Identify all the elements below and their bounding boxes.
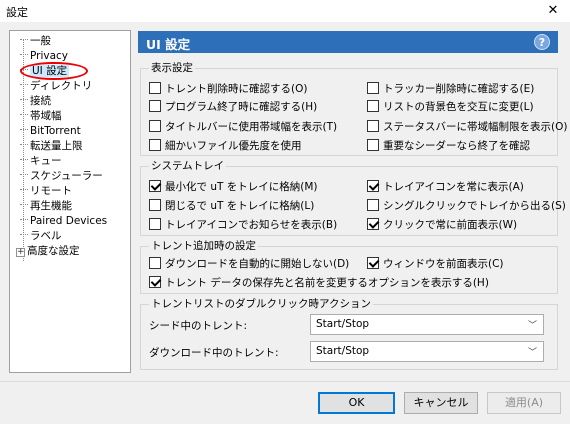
panel-title: UI 設定 <box>146 37 191 52</box>
tree-item-labels[interactable]: ラベル <box>20 229 62 244</box>
option-confirm-exit-critical-seeder[interactable]: 重要なシーダーなら終了を確認 <box>367 139 530 153</box>
window-title: 設定 <box>6 6 28 19</box>
downloading-action-label: ダウンロード中のトレント: <box>149 347 279 359</box>
checkbox[interactable] <box>149 218 161 230</box>
group-title-add: トレント追加時の設定 <box>149 240 258 253</box>
tree-item-general[interactable]: 一般 <box>20 34 51 49</box>
selection-highlight-ring <box>20 62 88 80</box>
tree-item-paired-devices[interactable]: Paired Devices <box>20 214 107 229</box>
group-display-settings: 表示設定 トレント削除時に確認する(O) トラッカー削除時に確認する(E) プロ… <box>140 62 567 156</box>
option-close-to-tray[interactable]: 閉じるで uT をトレイに格納(L) <box>149 199 314 213</box>
expand-plus-icon[interactable]: + <box>16 248 25 257</box>
button-bar-divider <box>0 381 570 382</box>
tree-item-scheduler[interactable]: スケジューラー <box>20 169 103 184</box>
close-icon[interactable]: ✕ <box>542 1 564 21</box>
tree-item-advanced[interactable]: + 高度な設定 <box>16 244 80 259</box>
checkbox[interactable] <box>367 100 379 112</box>
checkbox-checked[interactable] <box>367 257 379 269</box>
checkbox-checked[interactable] <box>149 180 161 192</box>
checkbox-checked[interactable] <box>149 276 161 288</box>
group-add-torrent: トレント追加時の設定 ダウンロードを自動的に開始しない(D) ウィンドウを前面表… <box>140 240 558 294</box>
option-confirm-exit[interactable]: プログラム終了時に確認する(H) <box>149 100 317 114</box>
checkbox[interactable] <box>149 139 161 151</box>
option-dont-start-download[interactable]: ダウンロードを自動的に開始しない(D) <box>149 257 349 271</box>
chevron-down-icon: ﹀ <box>527 348 537 358</box>
apply-button[interactable]: 適用(A) <box>487 392 561 414</box>
seeding-action-select[interactable]: Start/Stop ﹀ <box>310 314 544 335</box>
option-bandwidth-in-titlebar[interactable]: タイトルバーに使用帯域幅を表示(T) <box>149 120 337 134</box>
ok-button[interactable]: OK <box>318 392 395 414</box>
cancel-button[interactable]: キャンセル <box>404 392 478 414</box>
group-system-tray: システムトレイ 最小化で uT をトレイに格納(M) トレイアイコンを常に表示(… <box>140 160 566 236</box>
checkbox-checked[interactable] <box>367 180 379 192</box>
panel-header: UI 設定 ? <box>138 31 558 53</box>
option-activate-window[interactable]: ウィンドウを前面表示(C) <box>367 257 504 271</box>
checkbox[interactable] <box>149 257 161 269</box>
chevron-down-icon: ﹀ <box>527 321 537 331</box>
checkbox[interactable] <box>367 139 379 151</box>
checkbox[interactable] <box>367 82 379 94</box>
option-show-save-location-dialog[interactable]: トレント データの保存先と名前を変更するオプションを表示する(H) <box>149 276 489 290</box>
seeding-action-value: Start/Stop <box>316 318 370 330</box>
tree-item-playback[interactable]: 再生機能 <box>20 199 72 214</box>
group-title-tray: システムトレイ <box>149 160 227 173</box>
option-single-click-restore[interactable]: シングルクリックでトレイから出る(S) <box>367 199 566 213</box>
option-bandwidth-limit-in-statusbar[interactable]: ステータスバーに帯域幅制限を表示(O) <box>367 120 567 134</box>
option-click-bring-to-front[interactable]: クリックで常に前面表示(W) <box>367 218 517 232</box>
checkbox[interactable] <box>149 199 161 211</box>
title-bar: 設定 ✕ <box>0 0 570 22</box>
tree-item-directories[interactable]: ディレクトリ <box>20 79 92 94</box>
option-always-show-tray-icon[interactable]: トレイアイコンを常に表示(A) <box>367 180 524 194</box>
option-alternate-list-bg[interactable]: リストの背景色を交互に変更(L) <box>367 100 534 114</box>
group-title-display: 表示設定 <box>149 62 195 75</box>
option-confirm-delete-tracker[interactable]: トラッカー削除時に確認する(E) <box>367 82 534 96</box>
tree-item-transfer-cap[interactable]: 転送量上限 <box>20 139 83 154</box>
checkbox[interactable] <box>367 120 379 132</box>
help-icon[interactable]: ? <box>534 34 550 50</box>
seeding-action-label: シード中のトレント: <box>149 320 248 332</box>
tree-item-bandwidth[interactable]: 帯域幅 <box>20 109 62 124</box>
option-fine-file-priority[interactable]: 細かいファイル優先度を使用 <box>149 139 302 153</box>
tree-item-connection[interactable]: 接続 <box>20 94 51 109</box>
settings-tree[interactable]: 一般 Privacy UI 設定 ディレクトリ 接続 帯域幅 BitTorren… <box>9 30 131 373</box>
checkbox[interactable] <box>149 100 161 112</box>
tree-item-remote[interactable]: リモート <box>20 184 72 199</box>
tree-item-queue[interactable]: キュー <box>20 154 62 169</box>
checkbox[interactable] <box>149 120 161 132</box>
checkbox[interactable] <box>367 199 379 211</box>
option-tray-notifications[interactable]: トレイアイコンでお知らせを表示(B) <box>149 218 337 232</box>
downloading-action-select[interactable]: Start/Stop ﹀ <box>310 341 544 362</box>
checkbox[interactable] <box>149 82 161 94</box>
option-confirm-delete-torrent[interactable]: トレント削除時に確認する(O) <box>149 82 307 96</box>
downloading-action-value: Start/Stop <box>316 345 370 357</box>
group-title-dblclick: トレントリストのダブルクリック時アクション <box>149 298 373 311</box>
group-double-click-action: トレントリストのダブルクリック時アクション シード中のトレント: Start/S… <box>140 298 558 370</box>
checkbox-checked[interactable] <box>367 218 379 230</box>
option-minimize-to-tray[interactable]: 最小化で uT をトレイに格納(M) <box>149 180 318 194</box>
tree-item-bittorrent[interactable]: BitTorrent <box>20 124 81 139</box>
